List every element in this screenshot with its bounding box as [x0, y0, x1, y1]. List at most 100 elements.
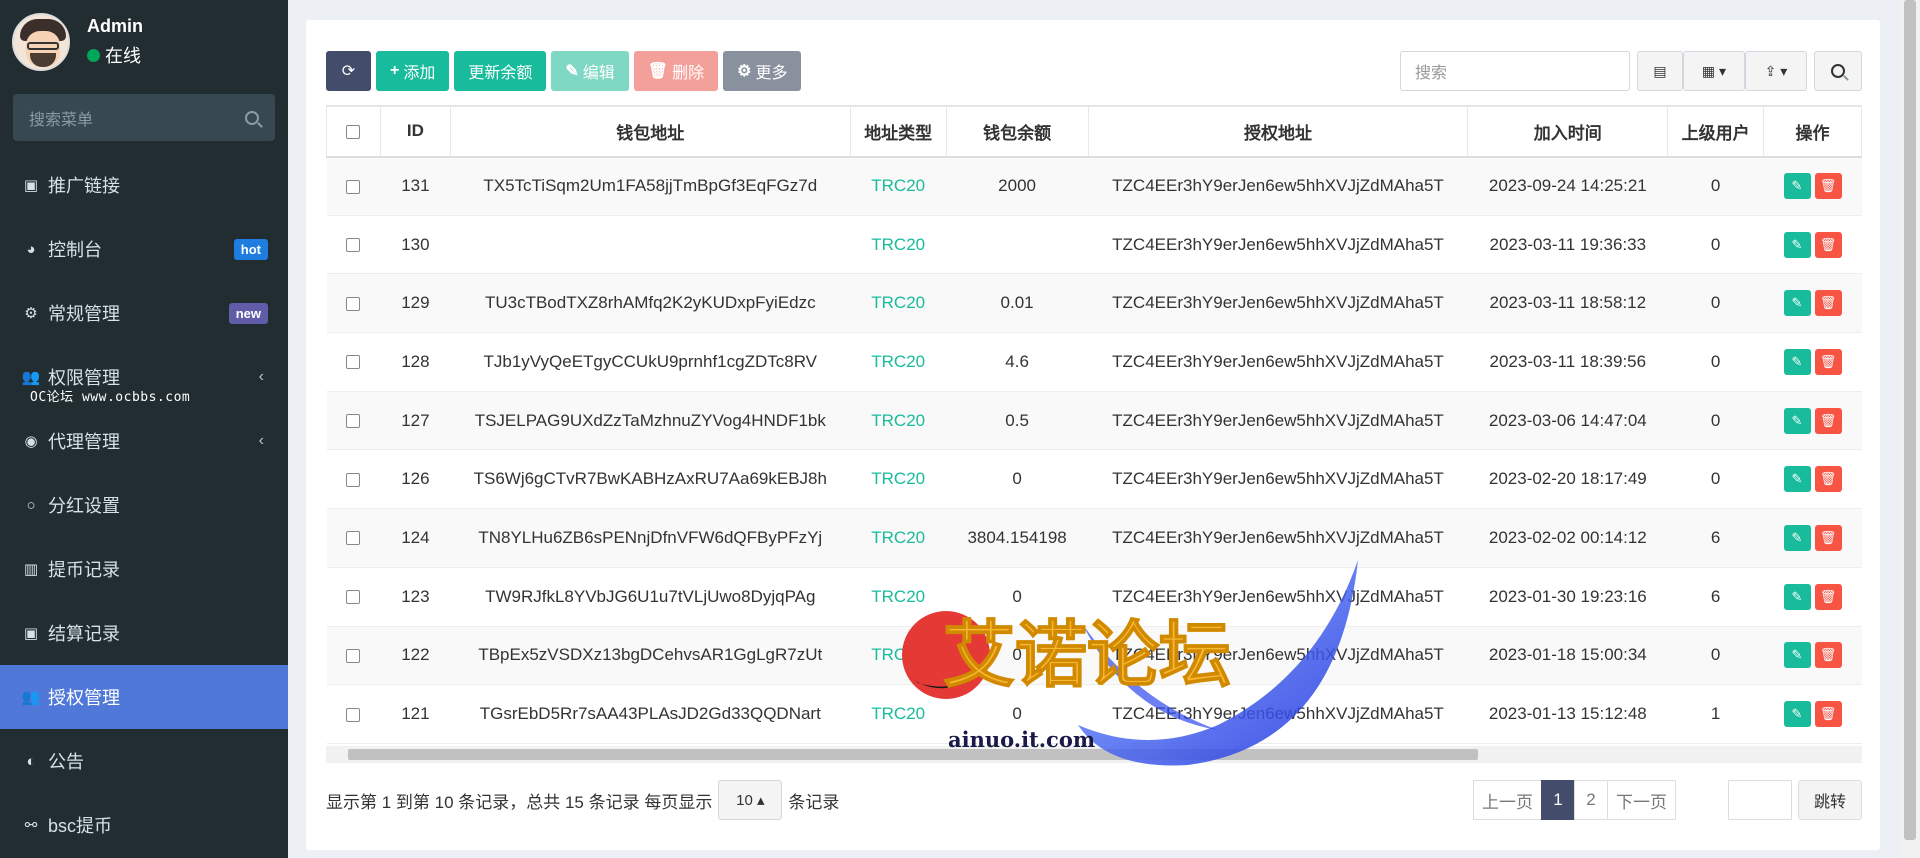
row-checkbox[interactable]: [346, 472, 361, 487]
page-scrollbar[interactable]: [1900, 0, 1920, 858]
table-row[interactable]: 123 TW9RJfkL8YVbJG6U1u7tVLjUwo8DyjqPAg TRC…: [326, 567, 1862, 627]
row-delete-button[interactable]: 🗑: [1814, 348, 1842, 375]
page-1-button[interactable]: 1: [1541, 780, 1575, 820]
select-all-checkbox[interactable]: [346, 124, 361, 139]
row-select-cell[interactable]: [326, 626, 381, 686]
row-select-cell[interactable]: [326, 567, 381, 627]
sidebar-item-withdrawals[interactable]: ▥ 提币记录: [0, 537, 288, 601]
select-all-header[interactable]: [326, 106, 381, 158]
row-delete-button[interactable]: 🗑: [1814, 466, 1842, 493]
table-row[interactable]: 126 TS6Wj6gCTvR7BwKABHzAxRU7Aa69kEBJ8h TRC…: [326, 449, 1862, 510]
id-cell: 127: [380, 391, 451, 451]
table-row[interactable]: 121 TGsrEbD5Rr7sAA43PLAsJD2Gd33QQDNart TRC…: [326, 684, 1862, 744]
row-edit-button[interactable]: ✎: [1783, 290, 1811, 317]
row-delete-button[interactable]: 🗑: [1814, 173, 1842, 200]
row-edit-button[interactable]: ✎: [1783, 524, 1811, 551]
row-select-cell[interactable]: [326, 391, 381, 451]
page-2-button[interactable]: 2: [1574, 780, 1608, 820]
sidebar-item-bsc-withdraw[interactable]: ⚯ bsc提币: [0, 793, 288, 857]
row-edit-button[interactable]: ✎: [1783, 348, 1811, 375]
row-delete-button[interactable]: 🗑: [1814, 642, 1842, 669]
row-checkbox[interactable]: [346, 355, 361, 370]
toggle-view-button[interactable]: ▤: [1637, 51, 1683, 91]
row-checkbox[interactable]: [346, 590, 361, 605]
row-checkbox[interactable]: [346, 414, 361, 429]
row-checkbox[interactable]: [346, 296, 361, 311]
row-select-cell[interactable]: [326, 273, 381, 334]
column-header[interactable]: 钱包地址: [449, 106, 851, 158]
row-select-cell[interactable]: [326, 449, 381, 510]
column-header[interactable]: 授权地址: [1087, 106, 1469, 158]
page-scrollbar-thumb[interactable]: [1904, 0, 1916, 840]
chevron-left-icon: ‹: [258, 368, 264, 385]
jump-button[interactable]: 跳转: [1798, 780, 1862, 820]
sidebar-item-authorization[interactable]: 👥 授权管理: [0, 665, 288, 729]
row-delete-button[interactable]: 🗑: [1814, 231, 1842, 258]
row-edit-button[interactable]: ✎: [1783, 466, 1811, 493]
columns-button[interactable]: ▦ ▾: [1683, 51, 1745, 91]
scrollbar-thumb[interactable]: [348, 749, 1478, 760]
row-checkbox[interactable]: [346, 531, 361, 546]
row-edit-button[interactable]: ✎: [1783, 407, 1811, 434]
sidebar-item-general[interactable]: ⚙ 常规管理 new: [0, 281, 288, 345]
row-checkbox[interactable]: [346, 238, 361, 253]
search-button[interactable]: [1814, 51, 1862, 91]
row-edit-button[interactable]: ✎: [1783, 173, 1811, 200]
table-row[interactable]: 128 TJb1yVyQeETgyCCUkU9prnhf1cgZDTc8RV TRC…: [326, 332, 1862, 392]
row-select-cell[interactable]: [326, 156, 381, 216]
sidebar-item-dividends[interactable]: ○ 分红设置: [0, 473, 288, 537]
edit-button[interactable]: ✎ 编辑: [551, 51, 629, 91]
update-balance-button[interactable]: 更新余额: [454, 51, 547, 91]
refresh-button[interactable]: ⟳: [326, 51, 371, 91]
column-header[interactable]: 地址类型: [849, 106, 947, 158]
table-search-input[interactable]: 搜索: [1400, 51, 1630, 91]
sidebar-item-agents[interactable]: ◉ 代理管理 ‹: [0, 409, 288, 473]
column-header: 操作: [1763, 106, 1862, 158]
horizontal-scrollbar[interactable]: [326, 746, 1862, 763]
row-edit-button[interactable]: ✎: [1783, 642, 1811, 669]
row-select-cell[interactable]: [326, 332, 381, 392]
row-checkbox[interactable]: [346, 648, 361, 663]
sidebar-item-settlements[interactable]: ▣ 结算记录: [0, 601, 288, 665]
sidebar-item-announcements[interactable]: ◐ 公告: [0, 729, 288, 793]
row-checkbox[interactable]: [346, 707, 361, 722]
row-select-cell[interactable]: [326, 215, 381, 275]
row-edit-button[interactable]: ✎: [1783, 583, 1811, 610]
table-row[interactable]: 127 TSJELPAG9UXdZzTaMzhnuZYVog4HNDF1bk TRC…: [326, 391, 1862, 451]
sidebar-item-promo-link[interactable]: ▣ 推广链接: [0, 153, 288, 217]
table-row[interactable]: 122 TBpEx5zVSDXz13bgDCehvsAR1GgLgR7zUt TRC…: [326, 626, 1862, 686]
page-size-select[interactable]: 10 ▴: [718, 780, 783, 820]
row-edit-button[interactable]: ✎: [1783, 231, 1811, 258]
column-header[interactable]: ID: [379, 106, 451, 158]
search-icon[interactable]: [245, 110, 259, 125]
hot-badge: hot: [233, 238, 268, 260]
row-delete-button[interactable]: 🗑: [1814, 407, 1842, 434]
prev-page-button[interactable]: 上一页: [1473, 780, 1542, 820]
add-button[interactable]: + 添加: [376, 51, 450, 91]
table-row[interactable]: 131 TX5TcTiSqm2Um1FA58jjTmBpGf3EqFGz7d TRC…: [326, 156, 1862, 216]
sidebar-item-dashboard[interactable]: ◕ 控制台 hot: [0, 217, 288, 281]
row-delete-button[interactable]: 🗑: [1814, 583, 1842, 610]
table-row[interactable]: 124 TN8YLHu6ZB6sPENnjDfnVFW6dQFByPFzYj TRC…: [326, 508, 1862, 568]
more-button[interactable]: ⚙ 更多: [723, 51, 802, 91]
avatar[interactable]: [12, 13, 70, 71]
row-edit-button[interactable]: ✎: [1783, 701, 1811, 728]
export-button[interactable]: ⇪ ▾: [1745, 51, 1807, 91]
column-header[interactable]: 加入时间: [1467, 106, 1669, 158]
row-checkbox[interactable]: [346, 179, 361, 194]
column-header[interactable]: 钱包余额: [945, 106, 1089, 158]
row-select-cell[interactable]: [326, 684, 381, 744]
delete-button[interactable]: 🗑 删除: [633, 51, 719, 91]
column-header[interactable]: 上级用户: [1667, 106, 1765, 158]
row-delete-button[interactable]: 🗑: [1814, 290, 1842, 317]
sidebar-search-input[interactable]: 搜索菜单: [13, 94, 275, 141]
row-select-cell[interactable]: [326, 508, 381, 568]
jump-page-input[interactable]: [1728, 780, 1792, 820]
user-status: 在线: [87, 42, 143, 68]
actions-cell: ✎ 🗑: [1763, 684, 1862, 744]
table-row[interactable]: 129 TU3cTBodTXZ8rhAMfq2K2yKUDxpFyiEdzc TRC…: [326, 273, 1862, 334]
row-delete-button[interactable]: 🗑: [1814, 701, 1842, 728]
row-delete-button[interactable]: 🗑: [1814, 524, 1842, 551]
table-row[interactable]: 130 TRC20 TZC4EEr3hY9erJen6ew5hhXVJjZdMAha…: [326, 215, 1862, 275]
next-page-button[interactable]: 下一页: [1607, 780, 1676, 820]
